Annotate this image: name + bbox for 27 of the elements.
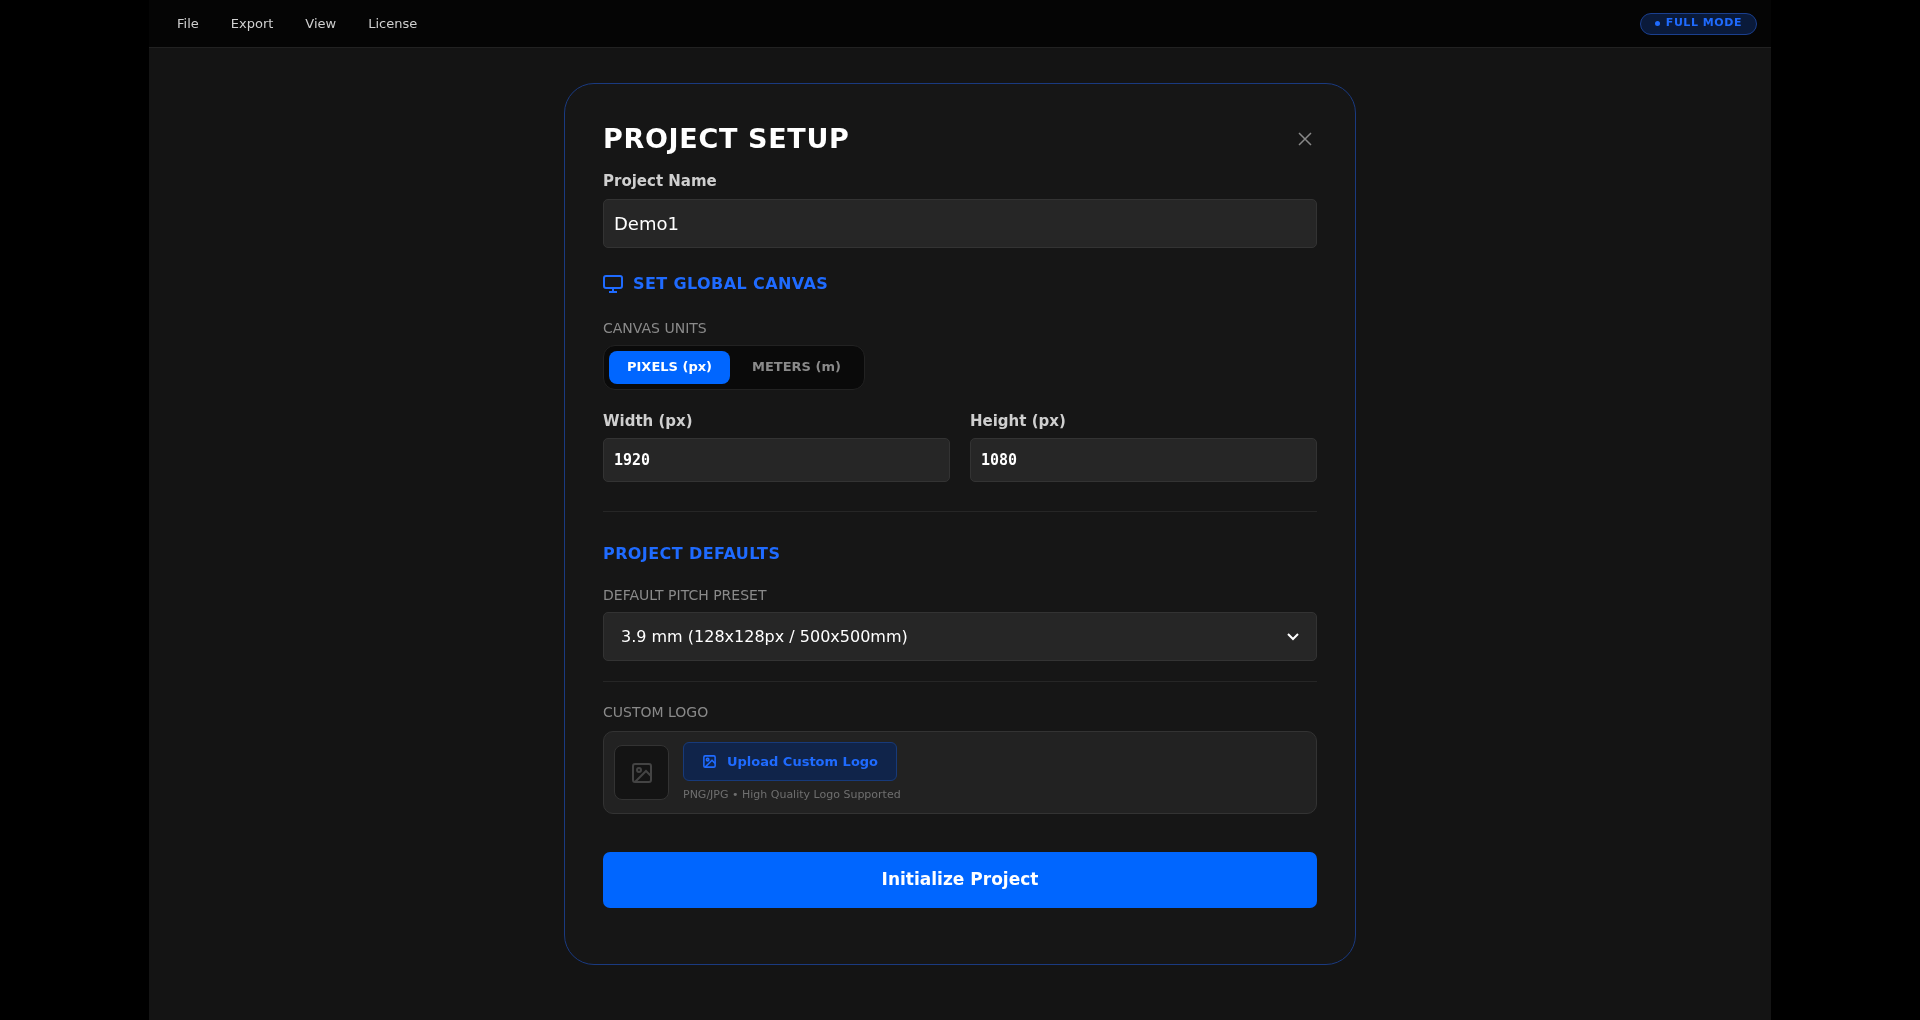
- menu-item[interactable]: View: [291, 9, 351, 38]
- upload-hint: PNG/JPG • High Quality Logo Supported: [683, 786, 901, 803]
- menu-item[interactable]: Export: [216, 9, 288, 38]
- dialog-title: PROJECT SETUP: [603, 121, 850, 156]
- image-icon: [702, 753, 717, 769]
- field-label: Project Name: [603, 171, 718, 192]
- close-icon[interactable]: [1297, 131, 1313, 147]
- project-name-field[interactable]: Demo1: [603, 198, 1317, 248]
- section-title: SET GLOBAL CANVAS: [633, 272, 829, 295]
- section-title: PROJECT DEFAULTS: [603, 543, 782, 565]
- field-label: CANVAS UNITS: [603, 318, 708, 338]
- menu-item[interactable]: License: [354, 9, 432, 38]
- image-icon: [614, 745, 669, 800]
- unit-option[interactable]: METERS (m): [734, 350, 859, 384]
- unit-option[interactable]: PIXELS (px): [609, 350, 730, 384]
- menu-item[interactable]: File: [163, 9, 213, 38]
- field-label: Height (px): [970, 410, 1067, 432]
- field-label: CUSTOM LOGO: [603, 703, 710, 722]
- dimension-field[interactable]: 1920: [603, 438, 950, 482]
- field-label: DEFAULT PITCH PRESET: [603, 586, 768, 605]
- chevron-down-icon: [1287, 632, 1299, 641]
- mode-badge: FULL MODE: [1639, 12, 1757, 35]
- monitor-icon: [603, 274, 623, 293]
- pitch-preset-select[interactable]: 3.9 mm (128x128px / 500x500mm): [603, 612, 1317, 661]
- initialize-project-button[interactable]: Initialize Project: [603, 852, 1317, 908]
- field-label: Width (px): [603, 410, 694, 432]
- dimension-field[interactable]: 1080: [970, 438, 1317, 482]
